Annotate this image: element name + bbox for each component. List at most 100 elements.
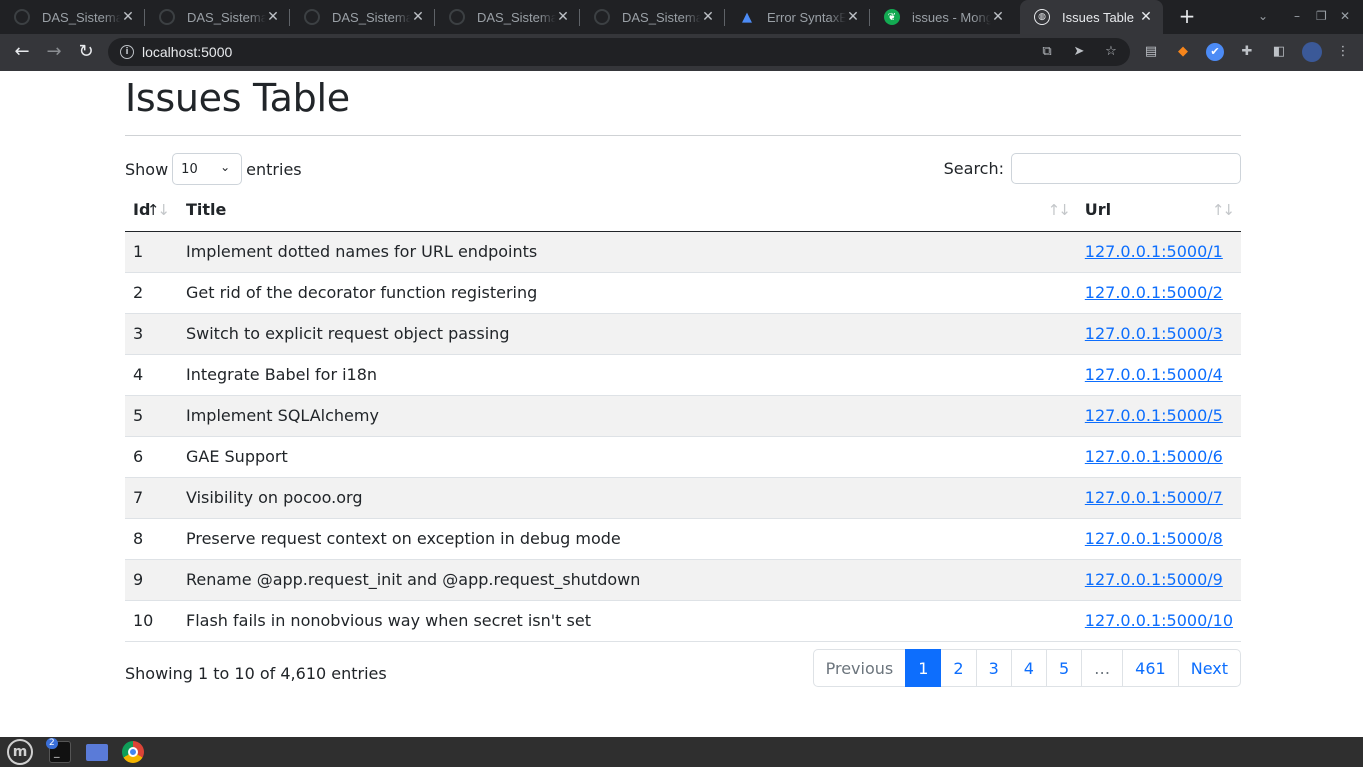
pagination-page-4[interactable]: 4 [1010,649,1047,687]
length-label-show: Show [125,159,169,179]
tab-issues-table[interactable]: ◍ Issues Table ✕ [1020,0,1163,34]
minimize-icon[interactable]: – [1294,9,1300,23]
issue-url-link[interactable]: 127.0.0.1:5000/4 [1085,365,1223,384]
new-tab-button[interactable]: + [1176,5,1198,29]
column-header-id[interactable]: Id ↑↓ [125,189,178,232]
issue-url-link[interactable]: 127.0.0.1:5000/10 [1085,611,1233,630]
linux-mint-menu-icon[interactable]: m [7,739,33,765]
cell-url: 127.0.0.1:5000/8 [1076,518,1241,560]
menu-kebab-icon[interactable]: ⋮ [1334,43,1352,61]
sort-icon: ↑↓ [1047,201,1071,219]
issue-url-link[interactable]: 127.0.0.1:5000/9 [1085,570,1223,589]
github-icon [449,9,465,25]
tab-das-sistemas-3[interactable]: DAS_Sistemas ✕ [290,0,435,34]
cell-title: Preserve request context on exception in… [177,518,1077,560]
translate-icon[interactable]: ⧉ [1038,43,1056,61]
table-row: 7 Visibility on pocoo.org 127.0.0.1:5000… [125,477,1241,519]
close-icon[interactable]: ✕ [846,10,860,24]
files-folder-icon[interactable] [86,744,108,761]
cell-url: 127.0.0.1:5000/4 [1076,354,1241,396]
cell-title: Implement dotted names for URL endpoints [177,231,1077,273]
cell-url: 127.0.0.1:5000/6 [1076,436,1241,478]
entries-per-page-select[interactable]: 10 [172,153,243,185]
column-header-title[interactable]: Title ↑↓ [177,189,1077,232]
cell-id: 6 [125,436,178,478]
metamask-icon[interactable]: ◆ [1174,43,1192,61]
issues-table: Id ↑↓ Title ↑↓ Url ↑↓ 1 Implement dotted… [125,189,1241,642]
table-row: 8 Preserve request context on exception … [125,518,1241,560]
pagination-next-button[interactable]: Next [1177,649,1241,687]
address-url[interactable]: localhost:5000 [142,44,232,60]
bookmark-star-icon[interactable]: ☆ [1102,43,1120,61]
close-icon[interactable]: ✕ [556,10,570,24]
cell-title: GAE Support [177,436,1077,478]
pagination-ellipsis: … [1081,649,1124,687]
cell-id: 3 [125,313,178,355]
column-header-url[interactable]: Url ↑↓ [1076,189,1241,232]
sort-icon: ↑↓ [1211,201,1235,219]
close-icon[interactable]: ✕ [1139,10,1153,24]
column-header-label: Title [185,200,227,220]
table-info: Showing 1 to 10 of 4,610 entries [125,664,387,683]
side-panel-icon[interactable]: ◧ [1270,43,1288,61]
reload-icon[interactable]: ↻ [74,40,98,64]
pagination-page-2[interactable]: 2 [940,649,977,687]
close-icon[interactable]: ✕ [411,10,425,24]
cell-url: 127.0.0.1:5000/2 [1076,272,1241,314]
back-arrow-icon[interactable]: ← [10,40,34,64]
tab-search-chevron-icon[interactable]: ⌄ [1258,9,1268,23]
cell-url: 127.0.0.1:5000/3 [1076,313,1241,355]
pagination-previous-button[interactable]: Previous [812,649,907,687]
issue-url-link[interactable]: 127.0.0.1:5000/1 [1085,242,1223,261]
tab-title: Error SyntaxE [767,9,846,25]
issue-url-link[interactable]: 127.0.0.1:5000/6 [1085,447,1223,466]
close-icon[interactable]: ✕ [266,10,280,24]
close-icon[interactable]: ✕ [121,10,135,24]
tab-title: DAS_Sistemas [332,9,411,25]
table-row: 10 Flash fails in nonobvious way when se… [125,600,1241,642]
profile-avatar[interactable] [1302,42,1322,62]
window-close-icon[interactable]: ✕ [1340,9,1350,23]
tab-das-sistemas-4[interactable]: DAS_Sistemas ✕ [435,0,580,34]
tab-das-sistemas-2[interactable]: DAS_Sistemas ✕ [145,0,290,34]
issue-url-link[interactable]: 127.0.0.1:5000/3 [1085,324,1223,343]
cell-title: Visibility on pocoo.org [177,477,1077,519]
forward-arrow-icon[interactable]: → [42,40,66,64]
entries-length-control: Show 10 ⌄ entries [125,153,302,185]
issue-url-link[interactable]: 127.0.0.1:5000/8 [1085,529,1223,548]
tab-das-sistemas-1[interactable]: DAS_Sistemas ✕ [0,0,145,34]
search-label: Search: [943,159,1004,178]
cell-id: 1 [125,231,178,273]
compass-extension-icon[interactable]: ✔ [1206,43,1224,61]
chrome-icon[interactable] [122,741,144,763]
cell-title: Get rid of the decorator function regist… [177,272,1077,314]
cell-title: Integrate Babel for i18n [177,354,1077,396]
mongodb-icon: ❦ [884,9,900,25]
maximize-icon[interactable]: ❐ [1316,9,1327,23]
extension-box-icon[interactable]: ▤ [1142,43,1160,61]
close-icon[interactable]: ✕ [701,10,715,24]
browser-tab-strip: DAS_Sistemas ✕ DAS_Sistemas ✕ DAS_Sistem… [0,0,1363,34]
issue-url-link[interactable]: 127.0.0.1:5000/5 [1085,406,1223,425]
extensions-puzzle-icon[interactable]: ✚ [1238,43,1256,61]
length-select-wrapper: 10 ⌄ [168,153,246,185]
issue-url-link[interactable]: 127.0.0.1:5000/2 [1085,283,1223,302]
issue-url-link[interactable]: 127.0.0.1:5000/7 [1085,488,1223,507]
close-icon[interactable]: ✕ [991,10,1005,24]
cell-id: 5 [125,395,178,437]
address-bar[interactable]: i localhost:5000 [108,38,1130,66]
tab-error-syntax[interactable]: ▲ Error SyntaxE ✕ [725,0,870,34]
tab-title: Issues Table [1062,9,1135,25]
github-icon [304,9,320,25]
cell-id: 4 [125,354,178,396]
pagination-page-5[interactable]: 5 [1045,649,1083,687]
send-icon[interactable]: ➤ [1070,43,1088,61]
search-input[interactable] [1011,153,1241,184]
tab-das-sistemas-5[interactable]: DAS_Sistemas ✕ [580,0,725,34]
pagination-page-last[interactable]: 461 [1122,649,1179,687]
pagination-page-3[interactable]: 3 [975,649,1012,687]
pagination-page-1[interactable]: 1 [905,649,942,687]
site-info-icon[interactable]: i [120,45,134,59]
cell-url: 127.0.0.1:5000/5 [1076,395,1241,437]
tab-issues-mongo[interactable]: ❦ issues - Mongo ✕ [870,0,1015,34]
